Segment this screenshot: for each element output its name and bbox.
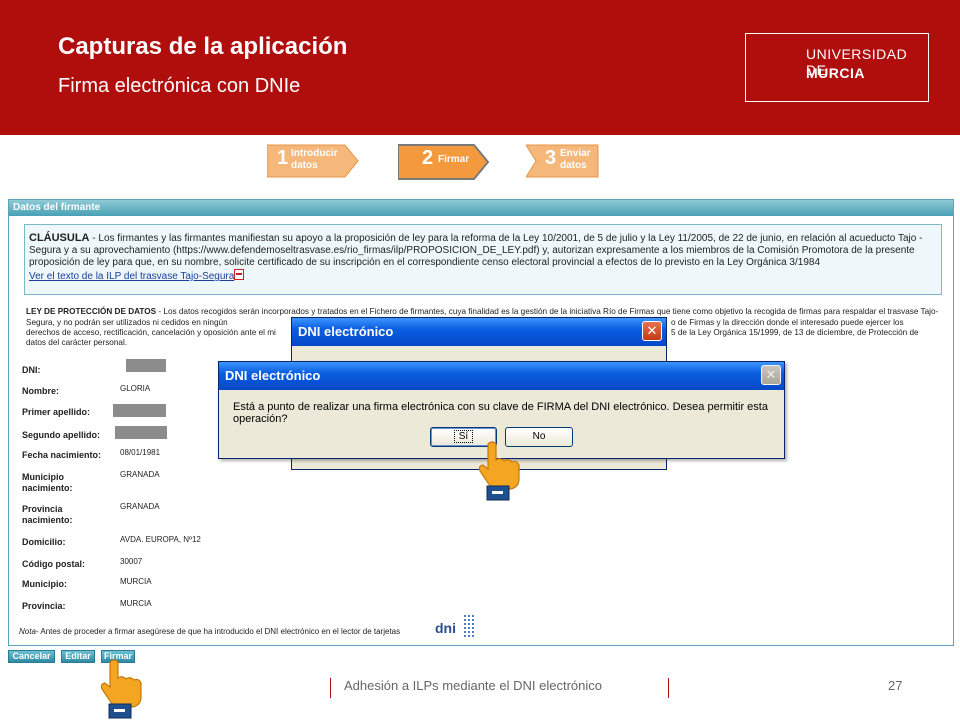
slide-subtitle: Firma electrónica con DNIe <box>58 75 301 97</box>
dnie-chip-icon <box>463 614 476 638</box>
ilp-text-link[interactable]: Ver el texto de la ILP del trasvase Tajo… <box>29 271 234 282</box>
dialog-message: Está a punto de realizar una firma elect… <box>233 401 768 425</box>
cancel-button[interactable]: Cancelar <box>8 650 55 663</box>
close-icon[interactable]: ✕ <box>761 365 781 385</box>
close-icon[interactable]: ✕ <box>642 321 662 341</box>
dnie-logo-text: dni <box>435 620 456 636</box>
field-value-fecha-nacimiento: 08/01/1981 <box>120 448 161 457</box>
dialog-title-bar: DNI electrónico <box>292 318 666 346</box>
section-title: Datos del firmante <box>9 200 953 216</box>
field-value-provincia: MURCIA <box>120 599 152 608</box>
field-label-codigo-postal: Código postal: <box>22 559 85 569</box>
data-protection-line: o de Firmas y la dirección donde el inte… <box>671 318 904 327</box>
step-number: 3 <box>545 147 557 169</box>
field-label-municipio-nacimiento: Municipio nacimiento: <box>22 472 73 493</box>
slide-footer: Adhesión a ILPs mediante el DNI electrón… <box>0 678 960 698</box>
field-value-codigo-postal: 30007 <box>120 557 143 566</box>
data-protection-line: 5 de la Ley Orgánica 15/1999, de 13 de d… <box>671 328 919 337</box>
step-number: 1 <box>277 147 289 169</box>
field-value-provincia-nacimiento: GRANADA <box>120 502 160 511</box>
clause-title: CLÁUSULA <box>29 232 90 244</box>
field-value-nombre: GLORIA <box>120 384 151 393</box>
footer-divider <box>668 678 669 698</box>
university-logo: UNIVERSIDAD DE MURCIA <box>745 33 929 102</box>
field-value-municipio: MURCIA <box>120 577 152 586</box>
slide-title: Capturas de la aplicación <box>58 33 348 60</box>
step-enviar-datos: 3 Enviar datos <box>526 143 618 179</box>
data-protection-title: LEY DE PROTECCIÓN DE DATOS <box>26 307 157 316</box>
field-label-provincia-nacimiento: Provincia nacimiento: <box>22 504 73 525</box>
step-label: Firmar <box>438 154 470 165</box>
step-number: 2 <box>422 147 434 169</box>
step-firmar: 2 Firmar <box>398 143 490 180</box>
logo-line-2: MURCIA <box>806 65 865 81</box>
pointing-hand-icon <box>478 441 520 501</box>
step-label: Enviar datos <box>560 148 591 171</box>
field-label-domicilio: Domicilio: <box>22 537 66 547</box>
redacted-segundo-apellido <box>115 426 167 439</box>
page-number: 27 <box>888 678 903 693</box>
clause-box: CLÁUSULA - Los firmantes y las firmantes… <box>24 224 942 295</box>
field-label-municipio: Municipio: <box>22 579 67 589</box>
edit-button[interactable]: Editar <box>61 650 95 663</box>
pdf-icon[interactable] <box>234 269 245 280</box>
field-value-domicilio: AVDA. EUROPA, Nº12 <box>120 535 201 544</box>
field-label-provincia: Provincia: <box>22 601 66 611</box>
field-label-nombre: Nombre: <box>22 386 60 396</box>
data-protection-line: datos del carácter personal. <box>26 338 128 347</box>
slide-header: Capturas de la aplicación Firma electrón… <box>0 0 960 135</box>
field-label-primer-apellido: Primer apellido: <box>22 407 91 417</box>
footer-divider <box>330 678 331 698</box>
step-label: Introducir datos <box>291 148 338 171</box>
data-protection-line: derechos de acceso, rectificación, cance… <box>26 328 276 337</box>
dialog-title-bar: DNI electrónico <box>219 362 784 390</box>
footer-text: Adhesión a ILPs mediante el DNI electrón… <box>344 678 602 693</box>
redacted-primer-apellido <box>113 404 166 417</box>
clause-text: - Los firmantes y las firmantes manifies… <box>29 233 923 268</box>
redacted-dni <box>126 359 166 372</box>
field-value-municipio-nacimiento: GRANADA <box>120 470 160 479</box>
step-introducir-datos: 1 Introducir datos <box>267 143 359 179</box>
dnie-logo: dni <box>435 614 477 640</box>
field-label-dni: DNI: <box>22 365 41 375</box>
field-label-fecha-nacimiento: Fecha nacimiento: <box>22 450 102 460</box>
field-label-segundo-apellido: Segundo apellido: <box>22 430 100 440</box>
note-text: Nota- Antes de proceder a firmar asegúre… <box>19 627 401 636</box>
